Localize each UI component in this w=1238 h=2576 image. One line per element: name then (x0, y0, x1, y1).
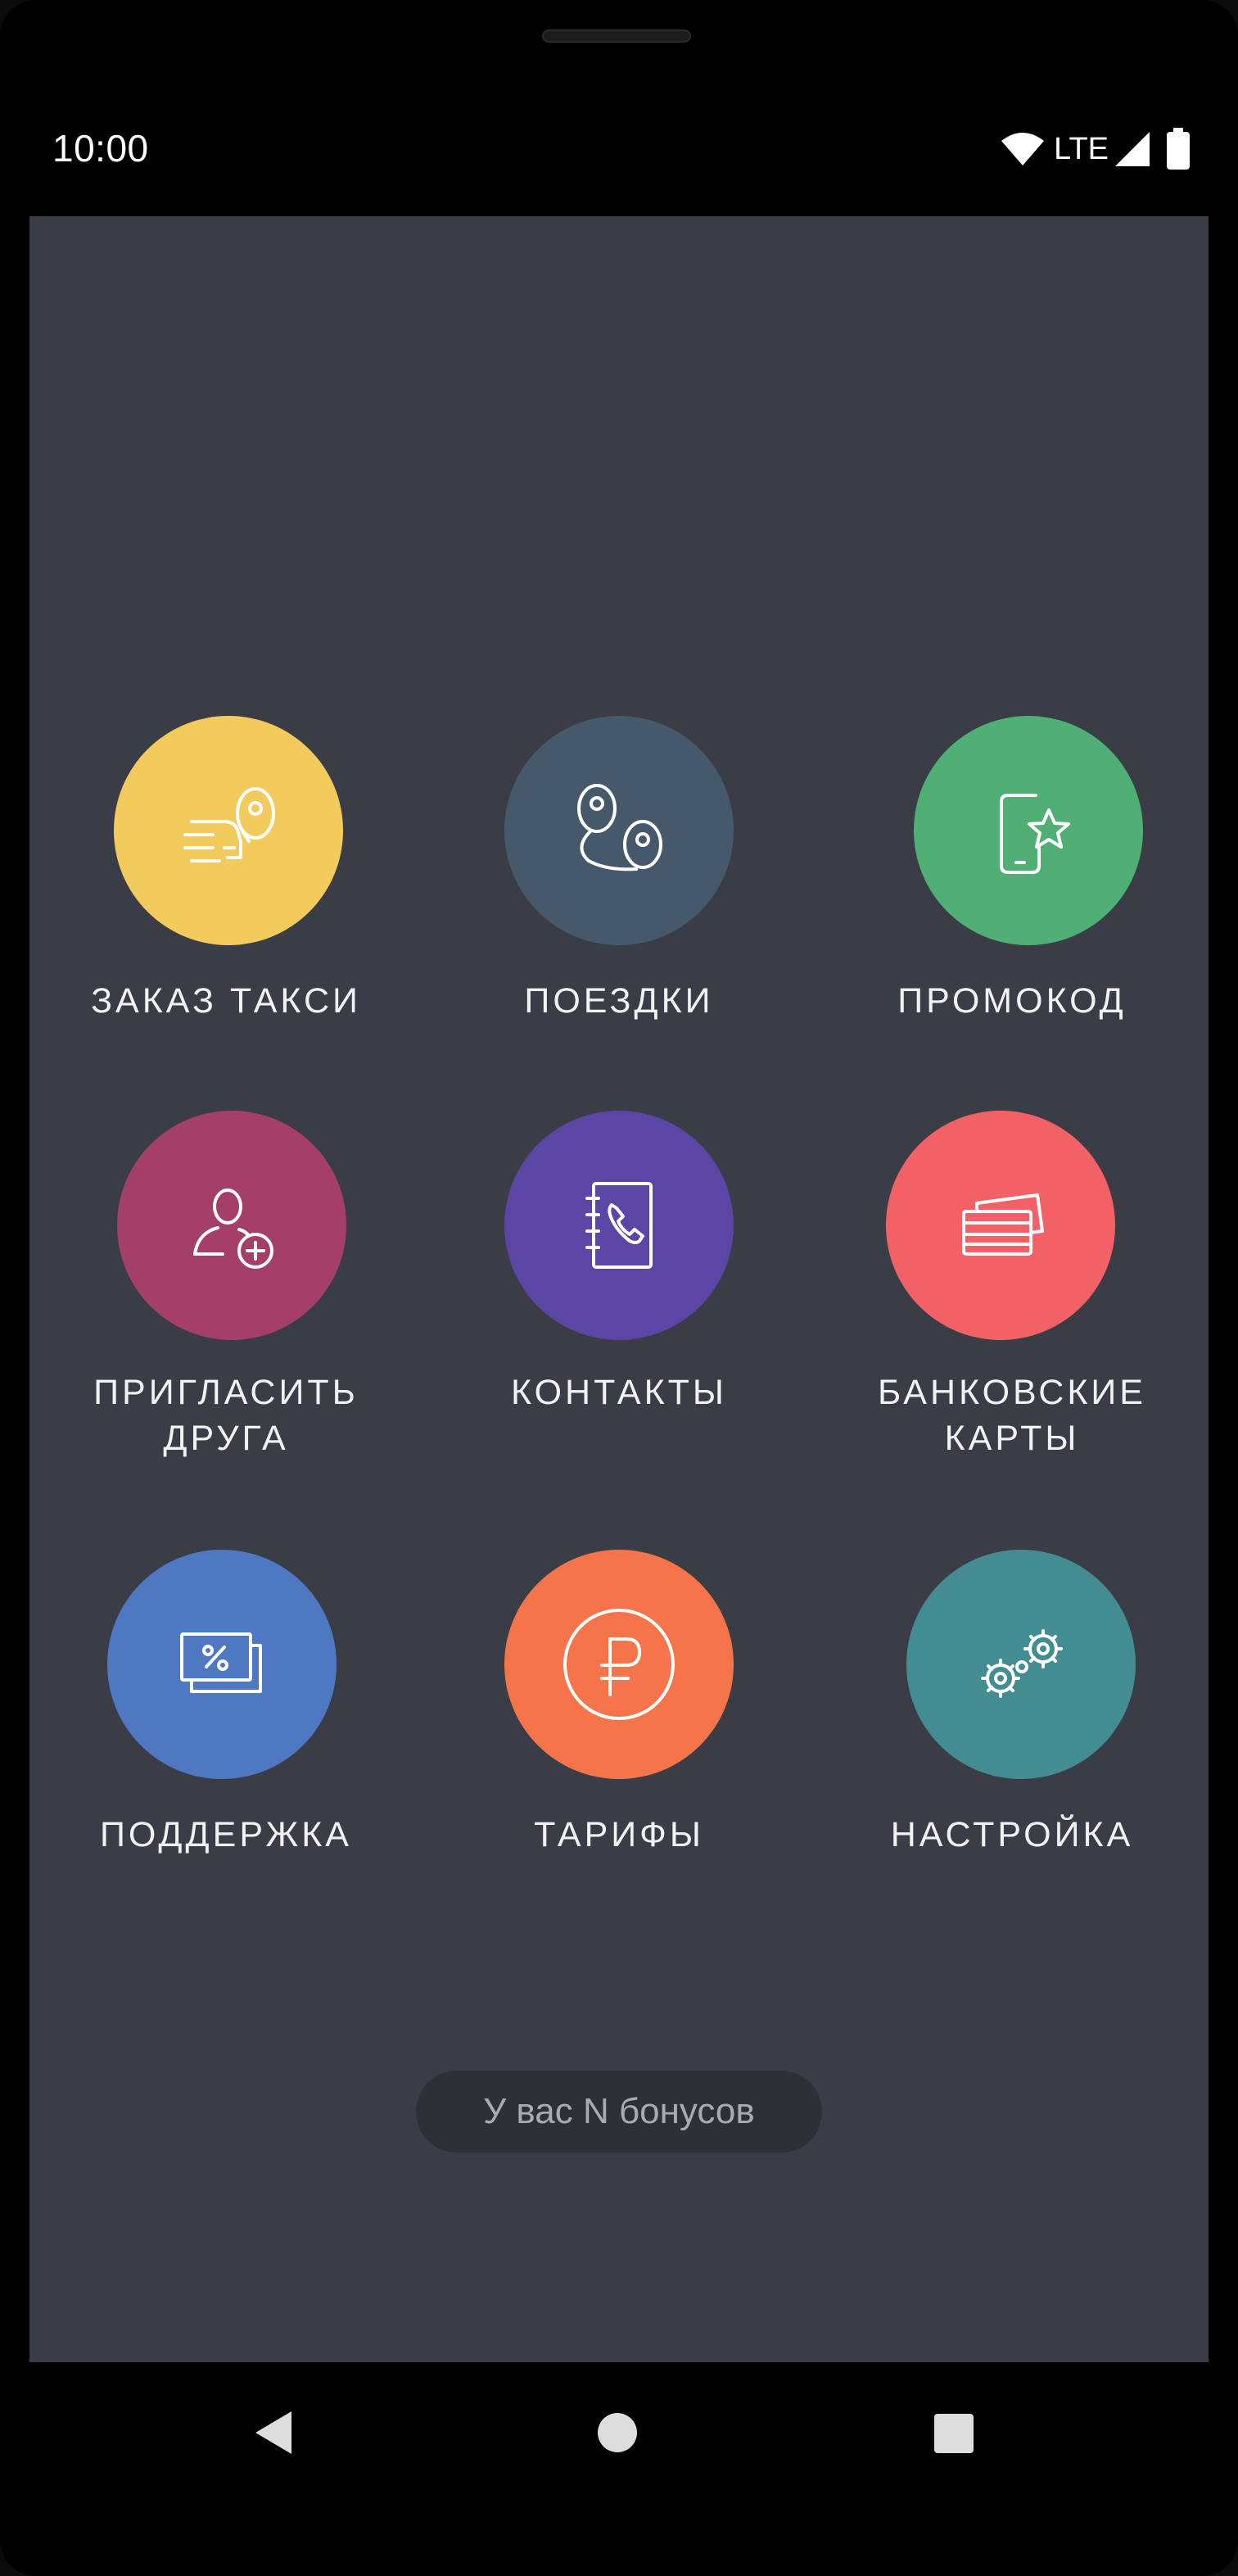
promo-circle (914, 716, 1143, 945)
status-bar: 10:00 LTE (29, 108, 1209, 190)
contacts-circle (504, 1111, 734, 1340)
recents-icon[interactable] (933, 2413, 974, 2454)
menu-tile-label: ПРИГЛАСИТЬ ДРУГА (93, 1373, 359, 1458)
ruble-tariffs-icon (563, 1609, 675, 1720)
menu-tile-tariffs[interactable]: ТАРИФЫ (422, 1550, 816, 1877)
promo-phone-star-icon (1000, 794, 1070, 874)
network-type-label: LTE (1054, 131, 1109, 166)
menu-tile-settings[interactable]: НАСТРОЙКА (816, 1550, 1209, 1877)
bank-cards-circle (886, 1111, 1115, 1340)
android-nav-bar (0, 2362, 1238, 2534)
menu-tile-label: ТАРИФЫ (534, 1815, 704, 1854)
wifi-icon (1001, 133, 1045, 165)
menu-tile-trips[interactable]: ПОЕЗДКИ (422, 716, 816, 1044)
earpiece-speaker (542, 29, 691, 43)
menu-tile-support[interactable]: ПОДДЕРЖКА (29, 1550, 422, 1877)
menu-tile-label: НАСТРОЙКА (890, 1815, 1134, 1854)
menu-tile-contacts[interactable]: КОНТАКТЫ (422, 1111, 816, 1471)
settings-circle (906, 1550, 1136, 1779)
menu-tile-promo[interactable]: ПРОМОКОД (816, 716, 1209, 1044)
home-icon[interactable] (596, 2411, 639, 2454)
bank-cards-icon (962, 1193, 1044, 1256)
invite-friend-icon (193, 1188, 273, 1269)
signal-icon (1115, 132, 1150, 166)
battery-icon (1167, 128, 1190, 170)
menu-tile-label: КОНТАКТЫ (511, 1373, 727, 1412)
menu-tile-label: ПОДДЕРЖКА (100, 1815, 352, 1854)
taxi-order-circle (114, 716, 343, 945)
support-percent-coupon-icon (180, 1632, 262, 1693)
settings-gears-icon (981, 1629, 1063, 1698)
menu-tile-taxi-order[interactable]: ЗАКАЗ ТАКСИ (29, 716, 422, 1044)
trips-route-icon (577, 784, 662, 871)
menu-tile-label: ПОЕЗДКИ (524, 981, 714, 1021)
invite-friend-circle (117, 1111, 346, 1340)
menu-tile-label: БАНКОВСКИЕ КАРТЫ (878, 1373, 1146, 1458)
contacts-book-phone-icon (585, 1182, 653, 1269)
bonus-count-pill[interactable]: У вас N бонусов (416, 2071, 822, 2153)
status-icons: LTE (1000, 126, 1191, 172)
trips-circle (504, 716, 734, 945)
taxi-order-icon (183, 787, 275, 862)
phone-frame: 10:00 LTE ЗАКАЗ ТАКСИ ПОЕЗДКИ ПРОМОКОД П… (0, 0, 1238, 2576)
menu-tile-label: ПРОМОКОД (897, 981, 1127, 1021)
menu-tile-invite-friend[interactable]: ПРИГЛАСИТЬ ДРУГА (29, 1111, 422, 1471)
back-icon[interactable] (251, 2408, 295, 2457)
main-menu-screen: ЗАКАЗ ТАКСИ ПОЕЗДКИ ПРОМОКОД ПРИГЛАСИТЬ … (29, 216, 1209, 2362)
support-circle (107, 1550, 337, 1779)
menu-tile-bank-cards[interactable]: БАНКОВСКИЕ КАРТЫ (816, 1111, 1209, 1471)
tariffs-circle (504, 1550, 734, 1779)
menu-tile-label: ЗАКАЗ ТАКСИ (91, 981, 361, 1021)
status-time: 10:00 (52, 127, 149, 170)
